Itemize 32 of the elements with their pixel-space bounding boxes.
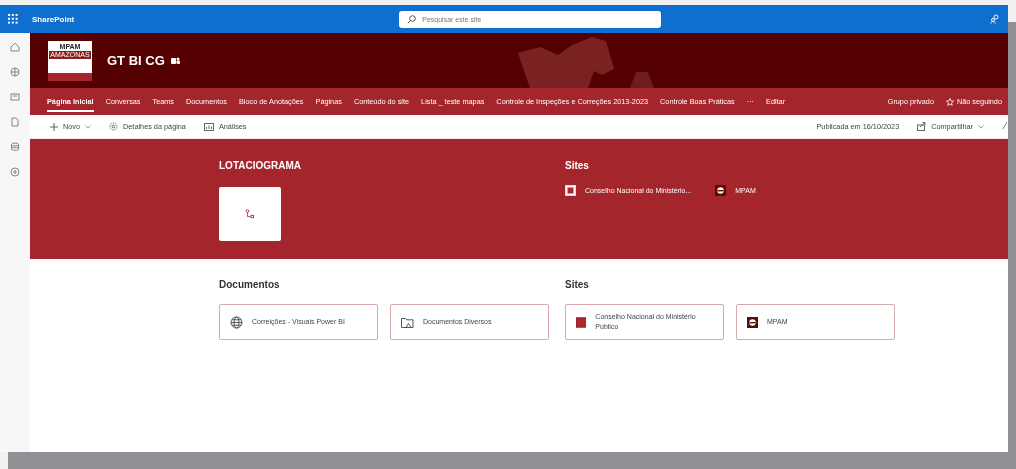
file-icon[interactable] [10, 117, 20, 127]
quick-link-tile[interactable] [219, 187, 281, 241]
app-name[interactable]: SharePoint [32, 14, 75, 24]
teams-icon [170, 56, 180, 65]
share-icon [917, 122, 927, 131]
site-logo-icon [565, 185, 576, 196]
globe-icon [230, 315, 243, 329]
chevron-down-icon [978, 124, 984, 129]
site-logo-icon [747, 316, 758, 328]
chart-icon [203, 122, 214, 131]
section-title: Sites [565, 160, 590, 171]
people-icon[interactable] [990, 14, 1000, 24]
home-icon[interactable] [10, 42, 20, 52]
search-icon [407, 14, 417, 24]
site-logo-icon [576, 316, 587, 328]
plus-icon [50, 122, 58, 131]
globe-icon[interactable] [10, 67, 20, 77]
database-icon[interactable] [10, 142, 20, 152]
folder-icon [401, 316, 414, 328]
site-logo-icon [715, 185, 727, 196]
site-title: GT BI CG [107, 53, 165, 68]
section-title: Documentos [219, 279, 281, 290]
star-icon [945, 97, 954, 106]
app-launcher-icon[interactable] [8, 14, 18, 24]
section-title: Sites [565, 279, 590, 290]
add-icon[interactable] [10, 167, 20, 177]
logo-stripe [48, 72, 92, 81]
section-title: LOTACIOGRAMA [219, 160, 303, 171]
chevron-down-icon [85, 124, 92, 129]
flow-icon [245, 209, 255, 219]
news-icon[interactable] [10, 92, 20, 102]
settings-icon [109, 122, 119, 131]
